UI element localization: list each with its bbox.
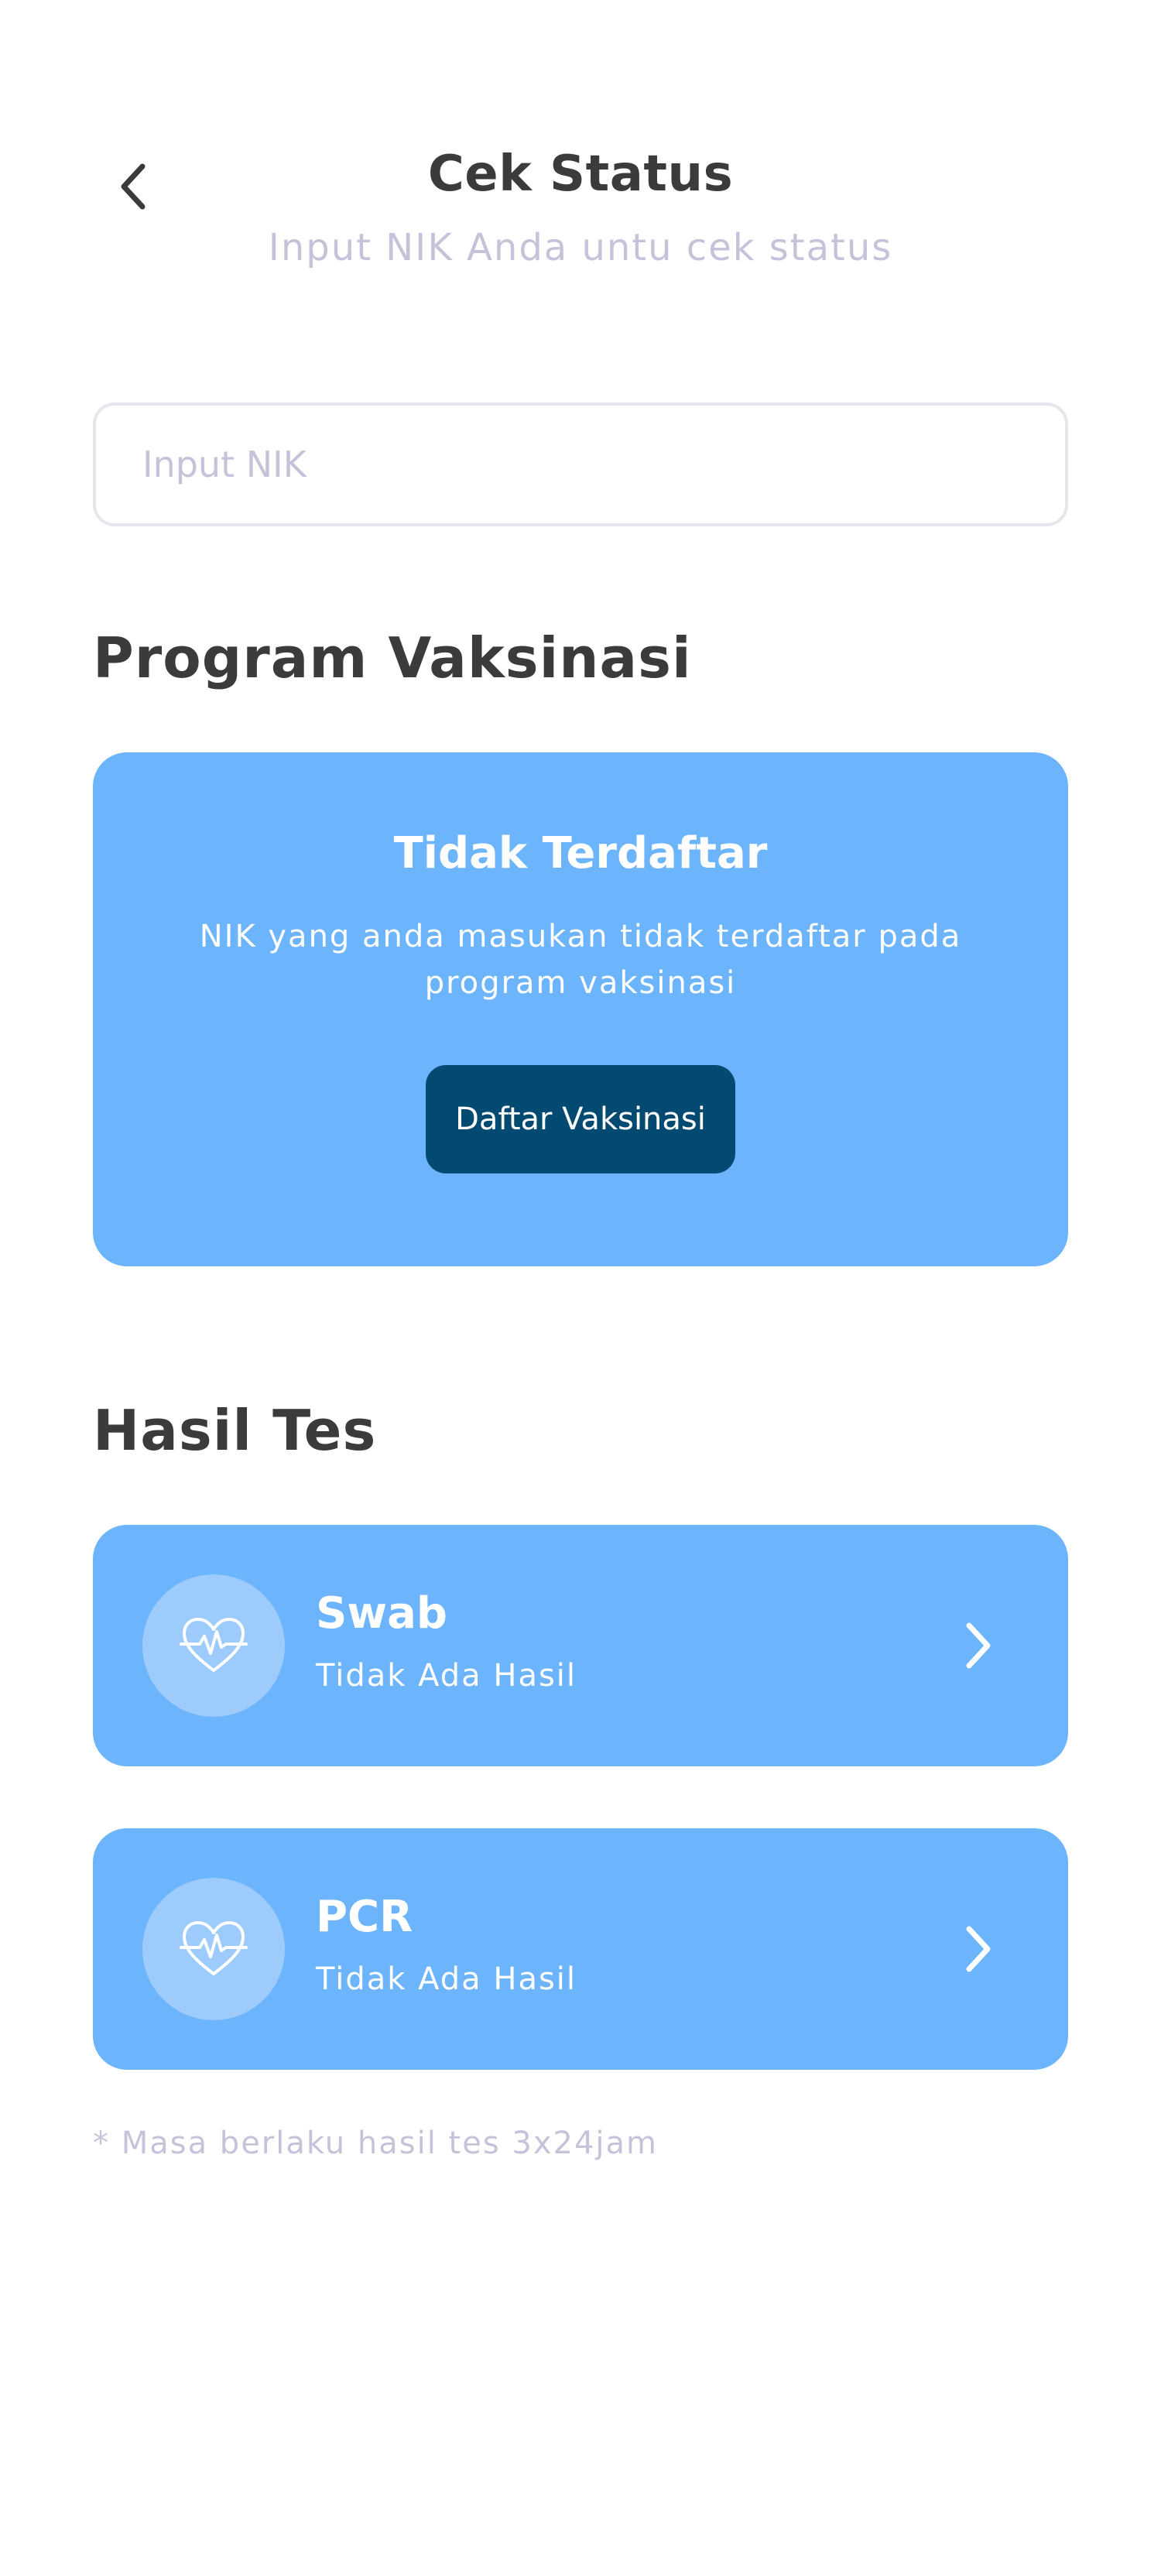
test-card-swab[interactable]: Swab Tidak Ada Hasil <box>93 1525 1068 1766</box>
validity-footnote: * Masa berlaku hasil tes 3x24jam <box>93 2126 658 2161</box>
chevron-right-icon <box>954 1918 1003 1980</box>
page-title: Cek Status <box>427 146 734 203</box>
nik-input[interactable] <box>93 402 1068 526</box>
vaccination-status-description: NIK yang anda masukan tidak terdaftar pa… <box>199 919 962 1001</box>
register-vaccination-button[interactable]: Daftar Vaksinasi <box>426 1065 735 1173</box>
vaccination-status-title: Tidak Terdaftar <box>393 828 768 879</box>
test-icon-circle <box>142 1574 285 1717</box>
test-name: Swab <box>316 1588 447 1639</box>
test-result: Tidak Ada Hasil <box>316 1961 577 1997</box>
test-name: PCR <box>316 1892 413 1942</box>
heart-pulse-icon <box>180 1921 248 1975</box>
test-results-heading: Hasil Tes <box>93 1398 377 1463</box>
test-result: Tidak Ada Hasil <box>316 1658 577 1694</box>
vaccination-heading: Program Vaksinasi <box>93 625 692 690</box>
test-card-pcr[interactable]: PCR Tidak Ada Hasil <box>93 1828 1068 2070</box>
heart-pulse-icon <box>180 1618 248 1672</box>
page-subtitle: Input NIK Anda untu cek status <box>268 226 893 269</box>
chevron-right-icon <box>954 1615 1003 1677</box>
test-icon-circle <box>142 1878 285 2020</box>
vaccination-status-card: Tidak Terdaftar NIK yang anda masukan ti… <box>93 752 1068 1266</box>
